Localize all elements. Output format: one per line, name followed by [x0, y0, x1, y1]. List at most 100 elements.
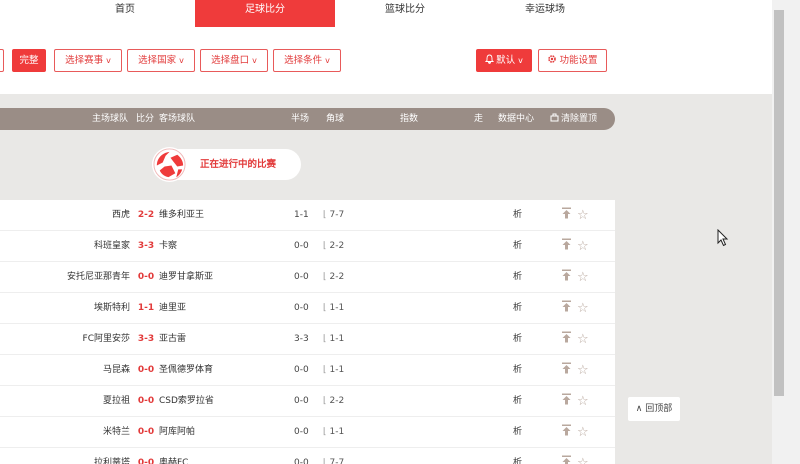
- header-away-team: 客场球队: [159, 114, 196, 124]
- complete-button[interactable]: 完整: [12, 49, 46, 72]
- analysis-link[interactable]: 析: [513, 293, 522, 324]
- analysis-link[interactable]: 析: [513, 324, 522, 355]
- clear-pin-icon: [550, 113, 559, 122]
- pin-to-top-icon[interactable]: [561, 231, 572, 262]
- analysis-link[interactable]: 析: [513, 448, 522, 464]
- away-team: 迪里亚: [159, 303, 187, 313]
- home-team: 拉利蒂塔: [93, 458, 130, 464]
- table-row[interactable]: · 西虎 2-2 维多利亚王 1-1 析 ⌊7-7 ☆: [0, 200, 615, 231]
- match-score: 3-3: [137, 241, 155, 251]
- corner-flag-icon: ⌊: [323, 427, 327, 437]
- live-matches-banner: 正在进行中的比赛: [152, 147, 301, 182]
- favorite-star-icon[interactable]: ☆: [577, 355, 589, 386]
- favorite-star-icon[interactable]: ☆: [577, 324, 589, 355]
- live-matches-label: 正在进行中的比赛: [200, 159, 277, 170]
- away-team: 维多利亚王: [159, 210, 205, 220]
- chevron-down-icon: v: [518, 56, 523, 65]
- table-row[interactable]: · 米特兰 0-0 阿库阿帕 0-0 析 ⌊1-1 ☆: [0, 417, 615, 448]
- pin-to-top-icon[interactable]: [561, 200, 572, 231]
- chevron-down-icon: v: [325, 56, 330, 65]
- favorite-star-icon[interactable]: ☆: [577, 293, 589, 324]
- home-team: 科班皇家: [93, 241, 130, 251]
- corner-flag-icon: ⌊: [323, 272, 327, 282]
- row-edge-marker: ·: [0, 355, 1, 386]
- corner-value: 1-1: [329, 334, 345, 344]
- tab-football-scores[interactable]: 足球比分: [195, 0, 335, 27]
- clear-pins-button[interactable]: 清除置顶: [550, 108, 597, 130]
- header-half: 半场: [291, 114, 310, 124]
- favorite-star-icon[interactable]: ☆: [577, 262, 589, 293]
- select-league-label: 选择赛事: [65, 55, 104, 66]
- select-country-button[interactable]: 选择国家 v: [127, 49, 195, 72]
- favorite-star-icon[interactable]: ☆: [577, 231, 589, 262]
- table-row[interactable]: · 拉利蒂塔 0-0 奥赫FC 0-0 析 ⌊7-7 ☆: [0, 448, 615, 464]
- row-edge-marker: ·: [0, 293, 1, 324]
- half-time-score: 0-0: [294, 272, 309, 282]
- back-to-top-button[interactable]: ∧ 回顶部: [628, 397, 680, 421]
- pin-to-top-icon[interactable]: [561, 324, 572, 355]
- row-edge-marker: ·: [0, 200, 1, 231]
- analysis-link[interactable]: 析: [513, 355, 522, 386]
- select-handicap-button[interactable]: 选择盘口 v: [200, 49, 268, 72]
- default-sort-button[interactable]: 默认 v: [476, 49, 532, 72]
- select-league-button[interactable]: 选择赛事 v: [54, 49, 122, 72]
- favorite-star-icon[interactable]: ☆: [577, 200, 589, 231]
- filter-button-partial[interactable]: [0, 49, 4, 72]
- favorite-star-icon[interactable]: ☆: [577, 417, 589, 448]
- analysis-link[interactable]: 析: [513, 386, 522, 417]
- table-row[interactable]: · 夏拉祖 0-0 CSD索罗拉省 0-0 析 ⌊2-2 ☆: [0, 386, 615, 417]
- analysis-link[interactable]: 析: [513, 200, 522, 231]
- table-row[interactable]: · 科班皇家 3-3 卡察 0-0 析 ⌊2-2 ☆: [0, 231, 615, 262]
- chevron-down-icon: v: [252, 56, 257, 65]
- pin-to-top-icon[interactable]: [561, 293, 572, 324]
- corner-flag-icon: ⌊: [323, 396, 327, 406]
- corner-count: ⌊ 7-7: [323, 200, 344, 231]
- corner-value: 1-1: [329, 365, 345, 375]
- corner-count: ⌊ 2-2: [323, 262, 344, 293]
- header-data-center: 数据中心: [498, 114, 535, 124]
- analysis-link[interactable]: 析: [513, 231, 522, 262]
- row-edge-marker: ·: [0, 417, 1, 448]
- corner-value: 2-2: [329, 241, 345, 251]
- match-score: 1-1: [137, 303, 155, 313]
- header-index: 指数: [400, 114, 419, 124]
- corner-count: ⌊ 1-1: [323, 355, 344, 386]
- favorite-star-icon[interactable]: ☆: [577, 448, 589, 464]
- header-corner: 角球: [326, 114, 345, 124]
- corner-count: ⌊ 2-2: [323, 231, 344, 262]
- home-team: 埃斯特利: [93, 303, 130, 313]
- table-row[interactable]: · 马昆森 0-0 圣佩德罗体育 0-0 析 ⌊1-1 ☆: [0, 355, 615, 386]
- row-edge-marker: ·: [0, 262, 1, 293]
- table-row[interactable]: · 安托尼亚那青年 0-0 迪罗甘拿斯亚 0-0 析 ⌊2-2 ☆: [0, 262, 615, 293]
- corner-flag-icon: ⌊: [323, 365, 327, 375]
- pin-to-top-icon[interactable]: [561, 355, 572, 386]
- bell-icon: [485, 54, 495, 64]
- match-score: 0-0: [137, 272, 155, 282]
- table-row[interactable]: ·埃斯特利1-1迪里亚0-0析⌊1-1☆: [0, 293, 615, 324]
- corner-value: 2-2: [329, 396, 345, 406]
- analysis-link[interactable]: 析: [513, 417, 522, 448]
- away-team: 圣佩德罗体育: [159, 365, 214, 375]
- select-condition-button[interactable]: 选择条件 v: [273, 49, 341, 72]
- select-condition-label: 选择条件: [284, 55, 323, 66]
- pin-to-top-icon[interactable]: [561, 262, 572, 293]
- favorite-star-icon[interactable]: ☆: [577, 386, 589, 417]
- pin-to-top-icon[interactable]: [561, 417, 572, 448]
- match-table: ·西虎2-2维多利亚王1-1析⌊7-7☆·科班皇家3-3卡察0-0析⌊2-2☆·…: [0, 200, 615, 464]
- gear-icon: [548, 55, 557, 63]
- table-row[interactable]: · FC阿里安莎 3-3 亚古雷 3-3 析 ⌊1-1 ☆: [0, 324, 615, 355]
- scrollbar-thumb[interactable]: [774, 10, 784, 396]
- pin-to-top-icon[interactable]: [561, 448, 572, 464]
- corner-value: 1-1: [329, 427, 345, 437]
- tab-home[interactable]: 首页: [56, 0, 194, 27]
- settings-button[interactable]: 功能设置: [538, 49, 607, 72]
- page-scrollbar[interactable]: [772, 0, 800, 464]
- row-edge-marker: ·: [0, 231, 1, 262]
- away-team: 卡察: [159, 241, 178, 251]
- tab-lucky-field[interactable]: 幸运球场: [475, 0, 615, 27]
- select-country-label: 选择国家: [138, 55, 177, 66]
- pin-to-top-icon[interactable]: [561, 386, 572, 417]
- analysis-link[interactable]: 析: [513, 262, 522, 293]
- tab-basketball-scores[interactable]: 篮球比分: [335, 0, 475, 27]
- away-team: CSD索罗拉省: [159, 396, 214, 406]
